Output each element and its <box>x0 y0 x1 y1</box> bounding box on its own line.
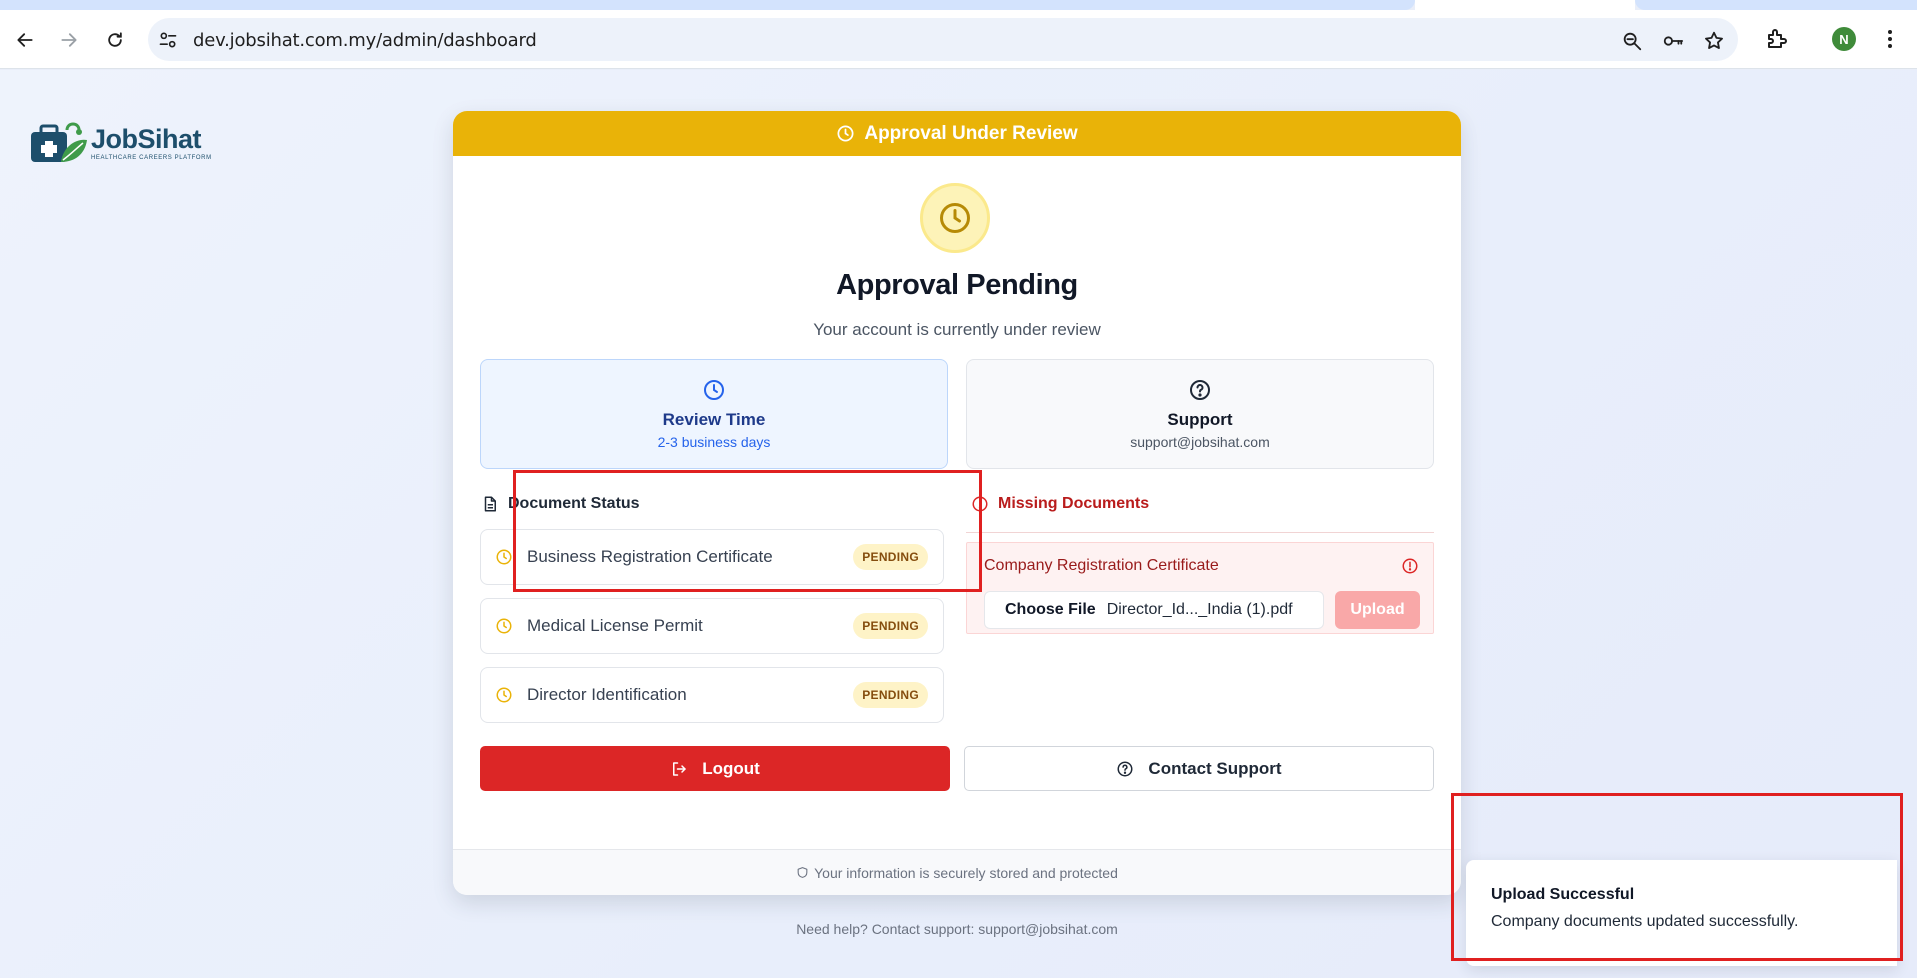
help-circle-icon <box>1188 378 1212 402</box>
missing-documents-heading: Missing Documents <box>971 495 1149 513</box>
review-time-box: Review Time 2-3 business days <box>480 359 948 469</box>
page-subtitle: Your account is currently under review <box>813 320 1101 339</box>
medical-bag-logo-icon <box>31 122 87 162</box>
missing-documents-label: Missing Documents <box>998 495 1150 512</box>
logout-icon <box>673 761 686 776</box>
security-note: Your information is securely stored and … <box>814 864 1118 881</box>
logout-button[interactable]: Logout <box>480 746 950 791</box>
profile-avatar[interactable]: N <box>1832 27 1856 51</box>
browser-menu-icon[interactable] <box>1880 27 1900 51</box>
browser-tab-active[interactable] <box>1415 0 1635 10</box>
alert-circle-icon <box>972 496 988 512</box>
file-input[interactable]: Choose File Director_Id..._India (1).pdf <box>984 591 1324 629</box>
selected-file-name: Director_Id..._India (1).pdf <box>1106 601 1293 618</box>
browser-tab[interactable] <box>0 0 1415 10</box>
site-settings-icon[interactable] <box>158 30 178 50</box>
contact-support-label: Contact Support <box>1148 758 1282 778</box>
brand-tagline: HEALTHCARE CAREERS PLATFORM <box>91 155 212 161</box>
support-email[interactable]: support@jobsihat.com <box>967 434 1433 450</box>
document-status-label: Document Status <box>508 495 640 512</box>
toast-message: Company documents updated successfully. <box>1491 913 1799 930</box>
url-text[interactable]: dev.jobsihat.com.my/admin/dashboard <box>193 30 537 51</box>
contact-support-button[interactable]: Contact Support <box>964 746 1434 791</box>
document-row: Medical License Permit PENDING <box>480 598 944 654</box>
alert-circle-icon <box>1401 557 1419 575</box>
logout-label: Logout <box>702 758 760 778</box>
missing-document-card: Company Registration Certificate Choose … <box>966 542 1434 634</box>
brand-name: JobSihat <box>91 124 202 154</box>
address-bar[interactable]: dev.jobsihat.com.my/admin/dashboard <box>148 18 1738 61</box>
approval-banner: Approval Under Review <box>453 111 1461 156</box>
pending-clock-icon <box>920 183 990 253</box>
approval-card: Approval Under Review Approval Pending Y… <box>453 111 1461 895</box>
review-time-title: Review Time <box>662 410 766 429</box>
document-name: Business Registration Certificate <box>527 547 773 566</box>
clock-icon <box>702 378 726 402</box>
browser-tab[interactable] <box>1635 0 1917 10</box>
help-footer-text: Need help? Contact support: support@jobs… <box>796 921 1118 937</box>
document-row: Director Identification PENDING <box>480 667 944 723</box>
reload-icon[interactable] <box>102 27 128 53</box>
tab-strip <box>0 0 1917 10</box>
clock-icon <box>495 548 513 566</box>
banner-text: Approval Under Review <box>864 122 1078 144</box>
bookmark-star-icon[interactable] <box>1703 30 1725 52</box>
clock-icon <box>837 125 854 142</box>
toast-notification: Upload Successful Company documents upda… <box>1466 860 1897 966</box>
jobsihat-logo[interactable]: JobSihat HEALTHCARE CAREERS PLATFORM <box>27 118 212 168</box>
review-time-value: 2-3 business days <box>657 434 771 450</box>
clock-icon <box>495 617 513 635</box>
support-box: Support support@jobsihat.com <box>966 359 1434 469</box>
status-badge: PENDING <box>853 613 928 639</box>
page-title: Approval Pending <box>836 269 1078 301</box>
forward-icon[interactable] <box>56 27 82 53</box>
upload-button[interactable]: Upload <box>1335 591 1420 629</box>
document-icon <box>484 496 496 512</box>
browser-toolbar: dev.jobsihat.com.my/admin/dashboard N <box>0 10 1917 69</box>
clock-icon <box>495 686 513 704</box>
status-badge: PENDING <box>853 544 928 570</box>
page-background: JobSihat HEALTHCARE CAREERS PLATFORM App… <box>0 70 1917 978</box>
shield-icon <box>797 867 808 878</box>
card-footer: Your information is securely stored and … <box>453 849 1461 895</box>
status-badge: PENDING <box>853 682 928 708</box>
document-name: Medical License Permit <box>527 616 703 635</box>
zoom-icon[interactable] <box>1621 30 1643 52</box>
document-name: Director Identification <box>527 685 687 704</box>
missing-document-name: Company Registration Certificate <box>984 557 1219 574</box>
choose-file-button[interactable]: Choose File <box>1005 601 1096 619</box>
password-key-icon[interactable] <box>1662 30 1684 52</box>
toast-title: Upload Successful <box>1491 886 1635 903</box>
support-title: Support <box>1167 410 1233 429</box>
divider <box>966 532 1434 533</box>
document-status-heading: Document Status <box>481 495 640 513</box>
extensions-icon[interactable] <box>1765 27 1789 51</box>
document-row: Business Registration Certificate PENDIN… <box>480 529 944 585</box>
back-icon[interactable] <box>12 27 38 53</box>
help-circle-icon <box>1117 761 1133 776</box>
